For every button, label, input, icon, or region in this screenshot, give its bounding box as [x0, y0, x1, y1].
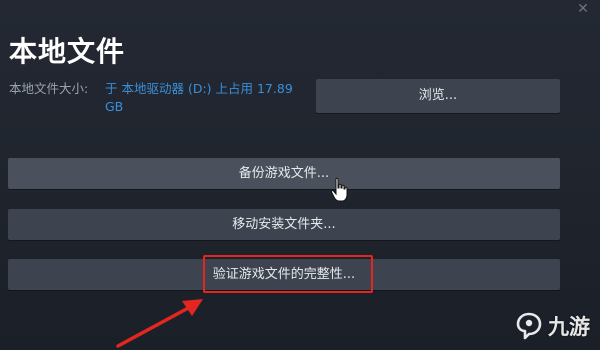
- jiuyou-logo-icon: [516, 312, 542, 340]
- watermark-text: 九游: [548, 315, 590, 339]
- backup-game-files-button[interactable]: 备份游戏文件...: [8, 158, 560, 189]
- disk-usage-value: 于 本地驱动器 (D:) 上占用 17.89 GB: [105, 81, 293, 114]
- page-title: 本地文件: [9, 35, 126, 68]
- disk-usage-label: 本地文件大小:: [9, 81, 89, 96]
- browse-button[interactable]: 浏览...: [316, 79, 560, 113]
- local-files-window: ✕ 本地文件 本地文件大小: 于 本地驱动器 (D:) 上占用 17.89 GB…: [0, 0, 600, 350]
- verify-integrity-button[interactable]: 验证游戏文件的完整性...: [8, 259, 560, 290]
- watermark: 九游: [514, 306, 590, 346]
- move-install-folder-button[interactable]: 移动安装文件夹...: [8, 209, 560, 240]
- close-icon[interactable]: ✕: [574, 0, 592, 18]
- hand-cursor-icon: [330, 177, 348, 202]
